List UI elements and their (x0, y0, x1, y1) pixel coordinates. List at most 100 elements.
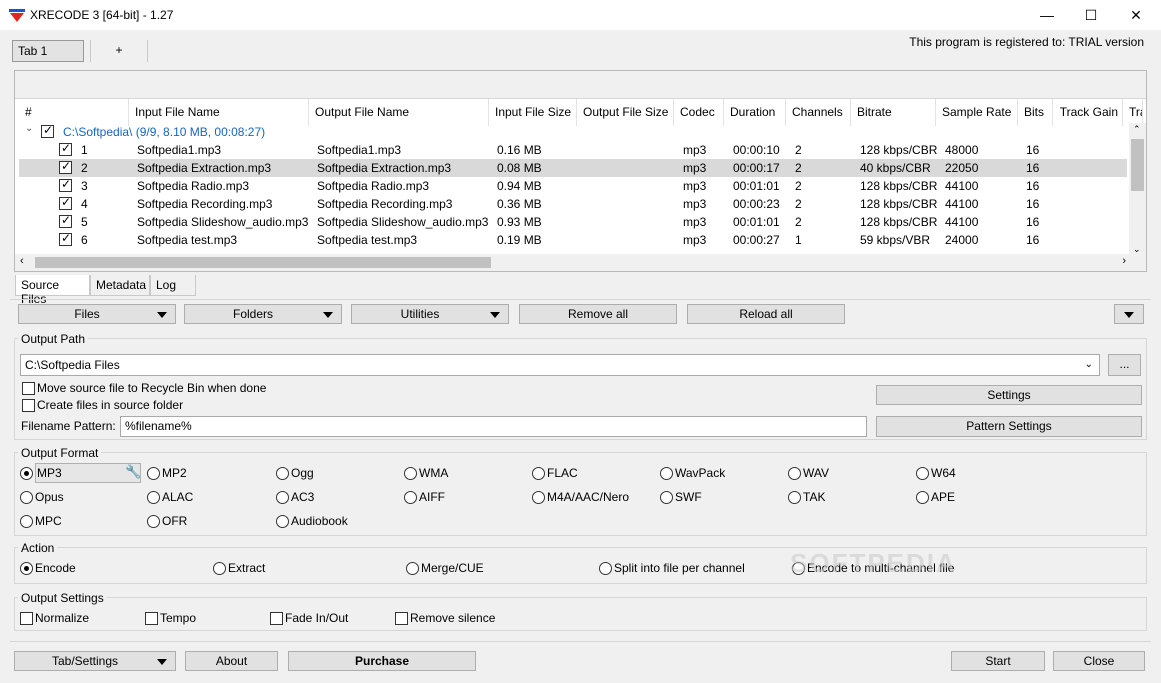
files-button[interactable]: Files (18, 304, 176, 324)
row-checkbox[interactable] (59, 231, 72, 246)
action-label[interactable]: Split into file per channel (614, 561, 745, 575)
table-row[interactable]: 6 Softpedia test.mp3 Softpedia test.mp3 0.1… (19, 231, 1127, 249)
format-label[interactable]: FLAC (547, 466, 578, 480)
format-label[interactable]: APE (931, 490, 955, 504)
col-output-file-name[interactable]: Output File Name (309, 99, 489, 126)
table-row[interactable]: 3 Softpedia Radio.mp3 Softpedia Radio.mp3 0… (19, 177, 1127, 195)
file-list[interactable]: # Input File Name Output File Name Input… (14, 70, 1147, 272)
col-duration[interactable]: Duration (724, 99, 786, 126)
group-row[interactable]: ⌄ C:\Softpedia\ (9/9, 8.10 MB, 00:08:27) (19, 123, 619, 141)
action-radio-0[interactable] (20, 562, 33, 575)
format-radio-mp2[interactable] (147, 467, 160, 480)
close-button[interactable]: Close (1053, 651, 1145, 671)
tab-settings-button[interactable]: Tab/Settings (14, 651, 176, 671)
toolbar-menu-button[interactable] (1114, 304, 1144, 324)
format-label[interactable]: MPC (35, 514, 62, 528)
add-tab-button[interactable]: + (90, 40, 148, 62)
folders-button[interactable]: Folders (184, 304, 342, 324)
format-radio-opus[interactable] (20, 491, 33, 504)
maximize-button[interactable]: ☐ (1068, 0, 1114, 30)
utilities-button[interactable]: Utilities (351, 304, 509, 324)
format-label[interactable]: W64 (931, 466, 956, 480)
format-radio-m4a-aac-nero[interactable] (532, 491, 545, 504)
col-track-gain[interactable]: Track Gain (1053, 99, 1123, 126)
tab-log[interactable]: Log (150, 275, 196, 296)
format-radio-w64[interactable] (916, 467, 929, 480)
vertical-scroll-thumb[interactable] (1131, 139, 1144, 191)
row-checkbox[interactable] (59, 195, 72, 210)
format-label[interactable]: Audiobook (291, 514, 348, 528)
format-radio-alac[interactable] (147, 491, 160, 504)
col-input-file-size[interactable]: Input File Size (489, 99, 577, 126)
horizontal-scrollbar[interactable]: ‹ › (15, 254, 1146, 271)
move-recycle-checkbox[interactable] (22, 382, 35, 395)
col-bits[interactable]: Bits (1018, 99, 1053, 126)
scroll-left-icon[interactable]: ‹ (20, 255, 24, 267)
output-setting-checkbox-2[interactable] (270, 612, 283, 625)
format-radio-wavpack[interactable] (660, 467, 673, 480)
reload-all-button[interactable]: Reload all (687, 304, 845, 324)
format-label[interactable]: AC3 (291, 490, 314, 504)
col-channels[interactable]: Channels (786, 99, 851, 126)
table-row[interactable]: 2 Softpedia Extraction.mp3 Softpedia Extra… (19, 159, 1127, 177)
output-setting-checkbox-3[interactable] (395, 612, 408, 625)
output-setting-checkbox-0[interactable] (20, 612, 33, 625)
format-label[interactable]: WMA (419, 466, 448, 480)
output-setting-checkbox-1[interactable] (145, 612, 158, 625)
format-radio-ac3[interactable] (276, 491, 289, 504)
format-radio-flac[interactable] (532, 467, 545, 480)
row-checkbox[interactable] (59, 141, 72, 156)
col-index[interactable]: # (19, 99, 129, 126)
tab-source-files[interactable]: Source Files (15, 275, 90, 306)
format-label[interactable]: SWF (675, 490, 702, 504)
format-radio-aiff[interactable] (404, 491, 417, 504)
scroll-up-icon[interactable]: ⌃ (1133, 124, 1141, 135)
format-label[interactable]: WavPack (675, 466, 725, 480)
format-label[interactable]: M4A/AAC/Nero (547, 490, 629, 504)
purchase-button[interactable]: Purchase (288, 651, 476, 671)
filename-pattern-input[interactable]: %filename% (120, 416, 867, 437)
col-track-extra[interactable]: Tra (1123, 99, 1143, 126)
pattern-settings-button[interactable]: Pattern Settings (876, 416, 1142, 437)
format-radio-mpc[interactable] (20, 515, 33, 528)
col-codec[interactable]: Codec (674, 99, 724, 126)
action-label[interactable]: Merge/CUE (421, 561, 484, 575)
table-row[interactable]: 5 Softpedia Slideshow_audio.mp3 Softpedia … (19, 213, 1127, 231)
format-label[interactable]: ALAC (162, 490, 193, 504)
format-radio-audiobook[interactable] (276, 515, 289, 528)
scroll-right-icon[interactable]: › (1122, 255, 1126, 267)
vertical-scrollbar[interactable]: ⌃ ⌄ (1129, 123, 1146, 256)
group-checkbox[interactable] (41, 123, 54, 138)
row-checkbox[interactable] (59, 159, 72, 174)
format-radio-tak[interactable] (788, 491, 801, 504)
action-radio-1[interactable] (213, 562, 226, 575)
tab-1[interactable]: Tab 1 (12, 40, 84, 62)
format-radio-swf[interactable] (660, 491, 673, 504)
format-label[interactable]: MP2 (162, 466, 187, 480)
format-label[interactable]: WAV (803, 466, 829, 480)
format-radio-ape[interactable] (916, 491, 929, 504)
format-label[interactable]: OFR (162, 514, 187, 528)
col-bitrate[interactable]: Bitrate (851, 99, 936, 126)
remove-all-button[interactable]: Remove all (519, 304, 677, 324)
action-radio-3[interactable] (599, 562, 612, 575)
format-label[interactable]: TAK (803, 490, 825, 504)
action-label[interactable]: Extract (228, 561, 265, 575)
browse-button[interactable]: ... (1108, 354, 1141, 376)
format-label[interactable]: Opus (35, 490, 64, 504)
format-radio-ofr[interactable] (147, 515, 160, 528)
row-checkbox[interactable] (59, 177, 72, 192)
settings-button[interactable]: Settings (876, 385, 1142, 405)
horizontal-scroll-thumb[interactable] (35, 257, 491, 268)
format-radio-ogg[interactable] (276, 467, 289, 480)
format-radio-mp3[interactable] (20, 467, 33, 480)
col-sample-rate[interactable]: Sample Rate (936, 99, 1018, 126)
row-checkbox[interactable] (59, 213, 72, 228)
start-button[interactable]: Start (951, 651, 1045, 671)
col-input-file-name[interactable]: Input File Name (129, 99, 309, 126)
about-button[interactable]: About (185, 651, 278, 671)
table-row[interactable]: 4 Softpedia Recording.mp3 Softpedia Record… (19, 195, 1127, 213)
chevron-down-icon[interactable]: ⌄ (25, 123, 33, 134)
wrench-icon[interactable]: 🔧 (125, 464, 141, 480)
action-label[interactable]: Encode (35, 561, 76, 575)
